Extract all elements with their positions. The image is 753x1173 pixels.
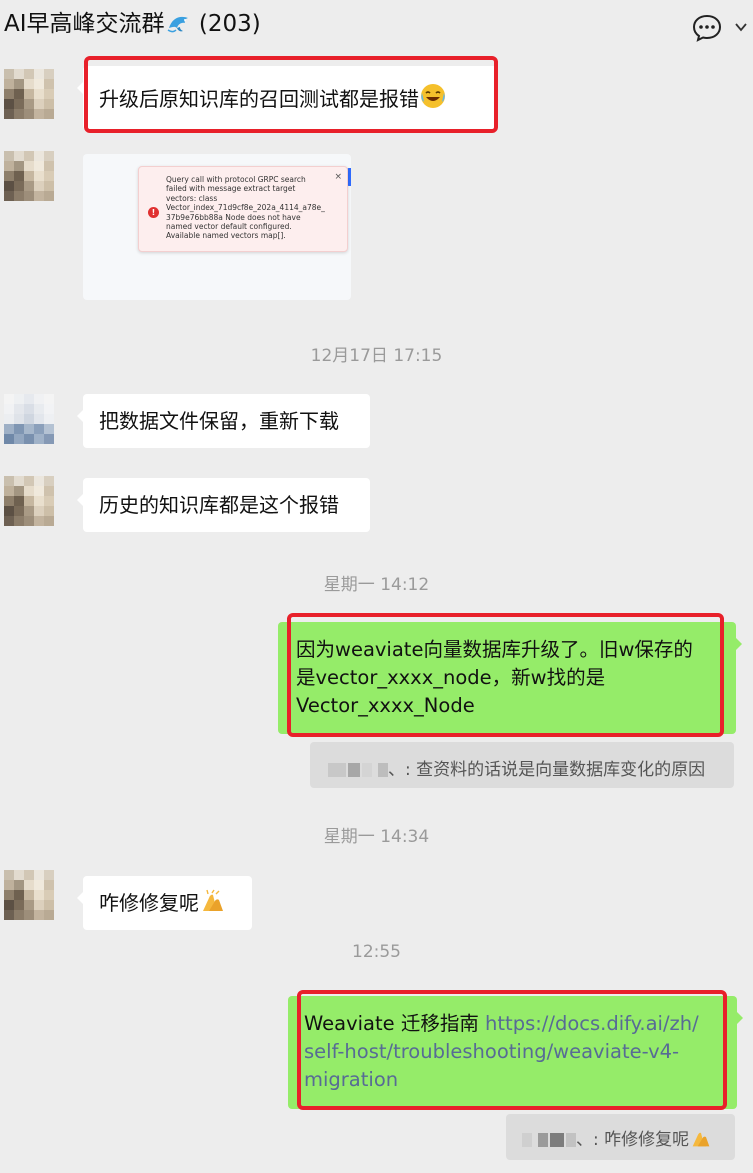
message-line: Weaviate 迁移指南 https://docs.dify.ai/zh/ — [304, 1010, 731, 1038]
praying-hands-icon — [692, 1132, 710, 1147]
blurred-name — [522, 1133, 532, 1147]
error-toast: ! Query call with protocol GRPC search f… — [138, 166, 348, 252]
chat-more-icon[interactable] — [692, 14, 722, 42]
message-line: migration — [304, 1066, 731, 1094]
message-text: 升级后原知识库的召回测试都是报错 — [99, 87, 419, 111]
message-text: 把数据文件保留，重新下载 — [99, 409, 339, 433]
chat-title[interactable]: AI早高峰交流群 (203) — [4, 4, 261, 38]
blurred-name — [550, 1133, 564, 1147]
timestamp: 12:55 — [352, 942, 401, 962]
message-text: Weaviate 迁移指南 — [304, 1012, 486, 1035]
timestamp: 星期一 14:34 — [323, 827, 430, 847]
message-text-line: Vector_xxxx_Node — [296, 694, 475, 717]
error-message: Query call with protocol GRPC search fai… — [166, 175, 336, 241]
message-text-line: 是vector_xxxx_node，新w找的是 — [296, 666, 606, 689]
quote-text: 、: 咋修修复呢 — [576, 1130, 690, 1150]
avatar[interactable] — [4, 69, 54, 119]
docs-link[interactable]: https://docs.dify.ai/zh/ — [485, 1012, 699, 1035]
error-line: failed with message extract target — [166, 184, 296, 194]
quote-text: 、: 查资料的话说是向量数据库变化的原因 — [388, 760, 706, 780]
blurred-name — [362, 763, 372, 777]
error-line: vectors: class — [166, 193, 218, 203]
group-name: AI早高峰交流群 — [4, 11, 165, 37]
dolphin-icon — [167, 16, 188, 33]
error-line: 37b9e76bb88a Node does not have — [166, 212, 301, 222]
message-bubble[interactable]: 把数据文件保留，重新下载 — [77, 394, 370, 448]
member-count: (203) — [198, 11, 261, 37]
docs-link[interactable]: self-host/troubleshooting/weaviate-v4- — [304, 1040, 679, 1063]
chat-header: AI早高峰交流群 (203) — [0, 0, 753, 42]
timestamp: 12月17日 17:15 — [310, 346, 443, 366]
avatar[interactable] — [4, 151, 54, 201]
message-bubble[interactable]: 咋修修复呢 — [77, 876, 252, 930]
docs-link[interactable]: migration — [304, 1068, 398, 1091]
crying-laughing-icon — [421, 84, 445, 108]
avatar[interactable] — [4, 394, 54, 444]
timestamp: 星期一 14:12 — [323, 575, 430, 595]
message-bubble[interactable]: 升级后原知识库的召回测试都是报错 — [77, 66, 497, 130]
message-bubble[interactable]: 因为weaviate向量数据库升级了。旧w保存的 是vector_xxxx_no… — [278, 622, 742, 734]
message-bubble[interactable]: 历史的知识库都是这个报错 — [77, 478, 370, 532]
praying-hands-icon — [203, 889, 223, 911]
close-icon: × — [334, 172, 342, 182]
error-line: Query call with protocol GRPC search — [166, 175, 306, 184]
error-line: named vector default configured. — [166, 222, 292, 232]
message-text: 咋修修复呢 — [99, 891, 199, 915]
blurred-name — [328, 763, 346, 777]
error-line: Vector_index_71d9cf8e_202a_4114_a78e_ — [166, 203, 325, 213]
chevron-down-icon[interactable] — [734, 20, 748, 34]
avatar[interactable] — [4, 870, 54, 920]
error-line: Available named vectors map[]. — [166, 231, 286, 241]
blurred-name — [378, 763, 388, 777]
message-text: 历史的知识库都是这个报错 — [99, 493, 339, 517]
blurred-name — [566, 1133, 576, 1147]
blurred-name — [348, 763, 360, 777]
quote-reference[interactable]: 、: 咋修修复呢 — [506, 1114, 735, 1160]
error-icon: ! — [148, 207, 159, 218]
message-bubble[interactable]: Weaviate 迁移指南 https://docs.dify.ai/zh/ s… — [288, 996, 743, 1109]
image-message[interactable]: ! Query call with protocol GRPC search f… — [83, 154, 351, 300]
blurred-name — [538, 1133, 548, 1147]
message-text-line: 因为weaviate向量数据库升级了。旧w保存的 — [296, 638, 693, 661]
quote-reference[interactable]: 、: 查资料的话说是向量数据库变化的原因 — [310, 742, 734, 788]
avatar[interactable] — [4, 476, 54, 526]
message-line: self-host/troubleshooting/weaviate-v4- — [304, 1038, 731, 1066]
